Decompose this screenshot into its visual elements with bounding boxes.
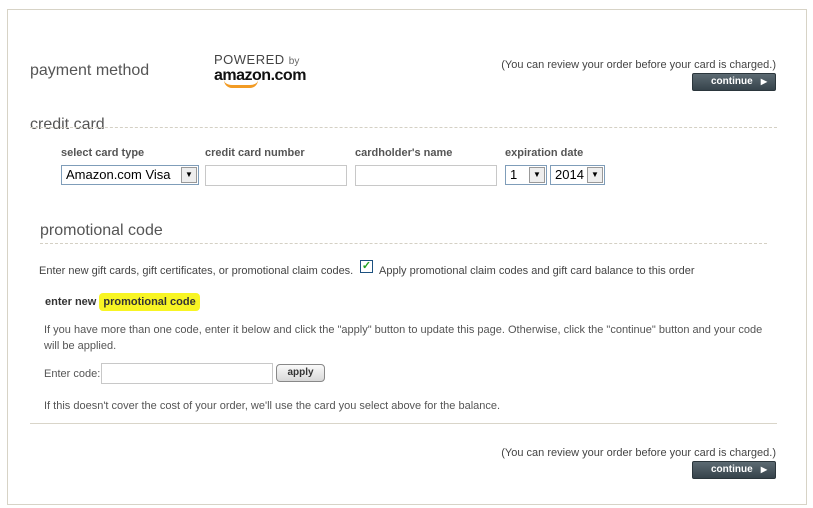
apply-balance-checkbox[interactable]: ✓ [360, 260, 373, 273]
powered-by-amazon-logo: POWERED by amazon.com [214, 53, 306, 88]
cardholder-label: cardholder's name [355, 147, 453, 159]
exp-year-select[interactable]: 2014 ▼ [550, 165, 605, 185]
exp-month-select[interactable]: 1 ▼ [505, 165, 547, 185]
promo-code-input[interactable] [101, 363, 273, 384]
gift-card-instructions: Enter new gift cards, gift certificates,… [39, 265, 354, 277]
code-label: Enter code: [44, 368, 101, 380]
cardholder-name-input[interactable] [355, 165, 497, 186]
chevron-down-icon[interactable]: ▼ [529, 167, 545, 183]
payment-panel: payment method POWERED by amazon.com (Yo… [7, 9, 807, 505]
promo-info-text: If you have more than one code, enter it… [44, 324, 763, 352]
arrow-right-icon: ▶ [760, 77, 767, 86]
page-title: payment method [30, 62, 150, 79]
promo-heading: promotional code [40, 222, 163, 239]
arrow-right-icon: ▶ [760, 465, 767, 474]
divider [40, 243, 767, 244]
balance-note: If this doesn't cover the cost of your o… [44, 400, 501, 412]
card-type-select[interactable]: Amazon.com Visa ▼ [61, 165, 199, 185]
card-type-label: select card type [61, 147, 145, 159]
divider [30, 127, 777, 128]
credit-card-heading: credit card [30, 116, 105, 133]
card-number-label: credit card number [205, 147, 305, 159]
expiration-label: expiration date [505, 147, 584, 159]
chevron-down-icon[interactable]: ▼ [181, 167, 197, 183]
continue-button-bottom[interactable]: continue ▶ [692, 461, 776, 479]
apply-balance-label[interactable]: Apply promotional claim codes and gift c… [379, 265, 695, 277]
enter-promo-heading: enter new promotional code [45, 293, 200, 311]
card-number-input[interactable] [205, 165, 347, 186]
apply-button[interactable]: apply [276, 364, 325, 382]
highlighted-text: promotional code [99, 293, 200, 311]
divider [30, 423, 777, 424]
review-note-top: (You can review your order before your c… [501, 59, 776, 71]
review-note-bottom: (You can review your order before your c… [501, 447, 776, 459]
chevron-down-icon[interactable]: ▼ [587, 167, 603, 183]
continue-button-top[interactable]: continue ▶ [692, 73, 776, 91]
